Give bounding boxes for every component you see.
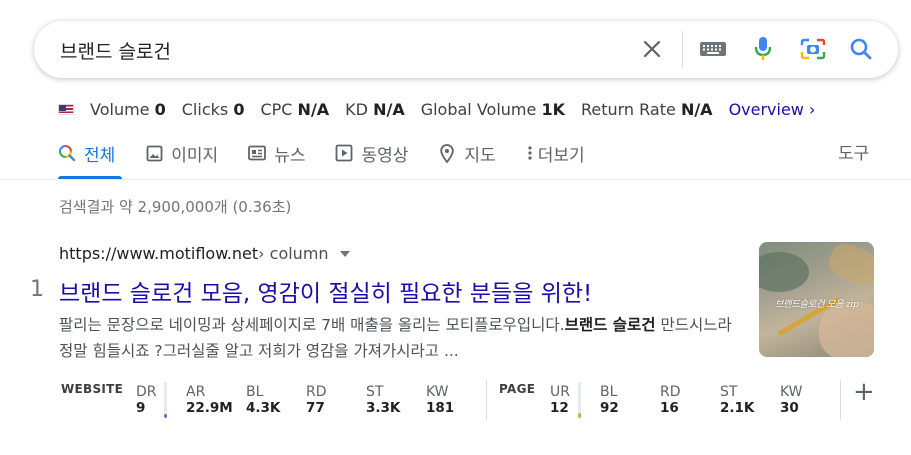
stat-cpc: CPC N/A	[260, 99, 330, 119]
website-section-label: WEBSITE	[61, 382, 124, 396]
tabs-divider	[0, 179, 911, 180]
result-rank: 1	[30, 277, 44, 302]
metric-website-ar[interactable]: AR 22.9M	[186, 384, 233, 416]
microphone-icon[interactable]	[748, 34, 778, 64]
metrics-divider	[486, 380, 487, 420]
tab-label: 동영상	[361, 145, 409, 166]
search-icon	[58, 144, 76, 162]
tab-news[interactable]: 뉴스	[248, 141, 305, 166]
tab-label: 이미지	[171, 145, 219, 166]
metric-page-ur[interactable]: UR 12	[550, 384, 570, 416]
stat-clicks: Clicks 0	[181, 99, 245, 119]
result-snippet: 팔리는 문장으로 네이밍과 상세페이지로 7배 매출을 올리는 모티플로우입니다…	[59, 316, 732, 360]
result-thumbnail[interactable]: 브랜드슬로건 모음 zip	[759, 242, 874, 357]
stat-kd: KD N/A	[345, 99, 405, 119]
metric-website-bl[interactable]: BL 4.3K	[246, 384, 280, 416]
ur-bar	[578, 382, 581, 418]
news-icon	[248, 144, 267, 162]
chevron-down-icon[interactable]	[339, 250, 350, 257]
camera-lens-icon[interactable]	[798, 34, 828, 64]
map-pin-icon	[438, 143, 456, 163]
tab-all[interactable]: 전체	[58, 141, 115, 166]
dr-bar	[164, 382, 167, 418]
tab-label: 지도	[464, 145, 496, 166]
result-title-link[interactable]: 브랜드 슬로건 모음, 영감이 절실히 필요한 분들을 위한!	[59, 274, 592, 308]
tab-label: 뉴스	[274, 145, 306, 166]
result-url-base: https://www.motiflow.net	[59, 244, 259, 263]
thumbnail-caption: 브랜드슬로건 모음 zip	[774, 299, 859, 310]
stat-return-rate: Return Rate N/A	[580, 99, 713, 119]
add-metric-button[interactable]: +	[853, 378, 875, 406]
page-section-label: PAGE	[499, 382, 536, 396]
tools-button[interactable]: 도구	[838, 139, 869, 164]
stat-volume: Volume 0	[90, 99, 166, 119]
keyboard-icon[interactable]	[698, 34, 728, 64]
tab-label: 더보기	[537, 145, 585, 166]
metric-website-rd[interactable]: RD 77	[306, 384, 327, 416]
tab-maps[interactable]: 지도	[438, 141, 496, 166]
metric-website-dr[interactable]: DR 9	[136, 384, 157, 416]
metric-page-bl[interactable]: BL 92	[600, 384, 619, 416]
search-divider	[682, 31, 683, 68]
tab-more[interactable]: 더보기	[526, 141, 585, 166]
clear-icon[interactable]	[637, 34, 667, 64]
video-icon	[335, 144, 353, 162]
tab-label: 전체	[84, 145, 116, 166]
image-icon	[145, 144, 163, 162]
metric-page-rd[interactable]: RD 16	[660, 384, 681, 416]
search-tabs: 전체 이미지 뉴스 동영상 지도 더보기	[58, 139, 615, 167]
metrics-divider	[840, 380, 841, 420]
result-url-path: › column	[258, 244, 329, 263]
seo-stats-bar: Volume 0 Clicks 0 CPC N/A KD N/A Global …	[58, 97, 815, 121]
result-stats: 검색결과 약 2,900,000개 (0.36초)	[59, 198, 292, 216]
tab-videos[interactable]: 동영상	[335, 141, 408, 166]
search-box[interactable]: 브랜드 슬로건	[34, 21, 898, 78]
result-url[interactable]: https://www.motiflow.net › column	[59, 244, 350, 263]
metric-page-kw[interactable]: KW 30	[780, 384, 803, 416]
metric-page-st[interactable]: ST 2.1K	[720, 384, 754, 416]
more-vert-icon	[526, 144, 534, 162]
overview-link[interactable]: Overview ›	[729, 100, 816, 119]
search-input[interactable]: 브랜드 슬로건	[60, 37, 171, 64]
search-icon[interactable]	[846, 34, 876, 64]
metric-website-kw[interactable]: KW 181	[426, 384, 454, 416]
metric-website-st[interactable]: ST 3.3K	[366, 384, 400, 416]
us-flag-icon	[58, 103, 74, 115]
stat-global-volume: Global Volume 1K	[420, 99, 565, 119]
tab-images[interactable]: 이미지	[145, 141, 218, 166]
seo-metrics-bar: WEBSITE DR 9 AR 22.9M BL 4.3K RD 77 ST 3…	[61, 378, 881, 420]
